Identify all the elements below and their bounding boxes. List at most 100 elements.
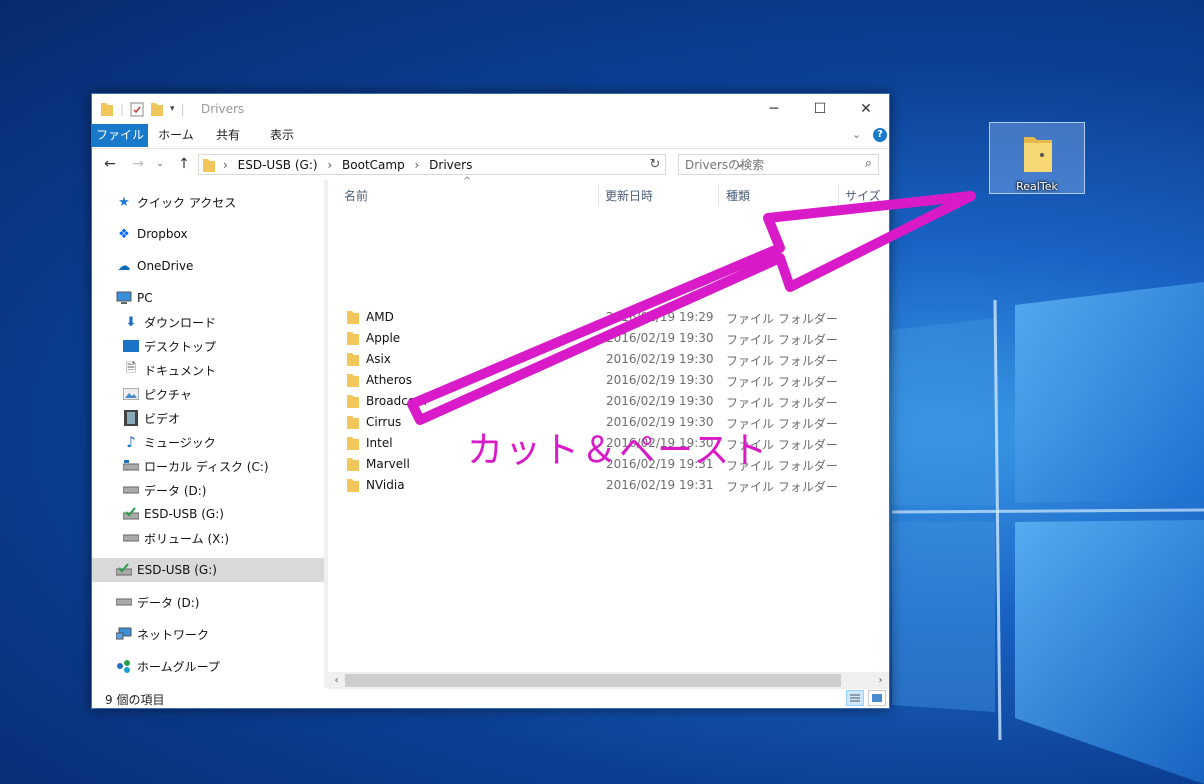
nav-item-data-d-root[interactable]: データ (D:) [92,590,324,614]
usb-drive-icon [123,506,139,522]
ribbon-tabs: ファイル ホーム 共有 表示 ⌄ ? [92,124,889,149]
column-header-size[interactable]: サイズ [845,180,881,210]
nav-item-downloads[interactable]: ⬇ ダウンロード [92,310,324,334]
tab-view[interactable]: 表示 [258,124,306,147]
scroll-right-icon[interactable]: › [872,672,889,689]
nav-item-data-d[interactable]: データ (D:) [92,478,324,502]
nav-item-music[interactable]: ♪ ミュージック [92,430,324,454]
up-button[interactable]: ↑ [174,154,194,174]
title-bar: | ▾ | Drivers ─ ☐ ✕ [92,94,889,124]
file-name: Asix [366,352,391,366]
scroll-left-icon[interactable]: ‹ [328,672,345,689]
file-type: ファイル フォルダー [726,333,838,347]
refresh-button[interactable]: ↻ [645,154,666,175]
address-row: ← → ⌄ ↑ › ESD-USB (G:) › BootCamp › Driv… [92,149,889,179]
table-row[interactable]: Asix 2016/02/19 19:30 ファイル フォルダー [340,349,880,370]
horizontal-scrollbar[interactable]: ‹ › [328,672,889,689]
expand-ribbon-icon[interactable]: ⌄ [852,128,861,141]
folder-icon [1024,137,1052,172]
nav-item-label: OneDrive [137,259,194,273]
file-date: 2016/02/19 19:30 [606,331,714,345]
nav-item-network[interactable]: ネットワーク [92,622,324,646]
properties-icon[interactable] [130,101,144,117]
nav-item-pictures[interactable]: ピクチャ [92,382,324,406]
document-icon: 🗎 [125,361,137,376]
scrollbar-thumb[interactable] [345,674,841,687]
file-date: 2016/02/19 19:30 [606,352,714,366]
recent-locations-icon[interactable]: ⌄ [150,154,170,174]
nav-item-homegroup[interactable]: ホームグループ [92,654,324,678]
nav-item-volume-x[interactable]: ボリューム (X:) [92,526,324,550]
nav-item-local-disk-c[interactable]: ローカル ディスク (C:) [92,454,324,478]
nav-item-label: データ (D:) [144,483,207,498]
column-header-type[interactable]: 種類 [726,180,750,210]
nav-item-quick-access[interactable]: ★ クイック アクセス [92,190,324,214]
table-row[interactable]: AMD 2016/02/19 19:29 ファイル フォルダー [340,307,880,328]
desktop-icon [123,338,139,354]
drive-icon [116,594,132,610]
maximize-button[interactable]: ☐ [797,94,843,124]
file-name: AMD [366,310,394,324]
tab-home[interactable]: ホーム [152,124,200,147]
drive-icon [123,458,139,474]
nav-item-label: ドキュメント [144,363,217,378]
nav-item-desktop[interactable]: デスクトップ [92,334,324,358]
search-input[interactable] [679,155,855,174]
nav-item-dropbox[interactable]: ❖ Dropbox [92,222,324,246]
breadcrumb-item[interactable]: ESD-USB (G:) [238,158,318,172]
breadcrumb-item[interactable]: Drivers [429,158,472,172]
folder-icon [347,437,359,450]
nav-item-pc[interactable]: PC [92,286,324,310]
nav-item-esd-usb-g[interactable]: ESD-USB (G:) [92,502,324,526]
nav-item-label: クイック アクセス [137,195,237,210]
file-name: Broadcom [366,394,427,408]
file-name: Atheros [366,373,412,387]
customize-qat-icon[interactable]: ▾ [170,104,175,114]
folder-icon [203,159,215,172]
nav-item-onedrive[interactable]: ☁ OneDrive [92,254,324,278]
nav-item-esd-usb-g-root[interactable]: ESD-USB (G:) [92,558,324,582]
folder-icon [347,395,359,408]
file-name: Intel [366,436,393,450]
tab-share[interactable]: 共有 [204,124,252,147]
file-type: ファイル フォルダー [726,480,838,494]
drive-icon [123,482,139,498]
navigation-pane: ★ クイック アクセス ❖ Dropbox ☁ OneDrive PC ⬇ ダウンロード… [92,180,324,688]
folder-icon [347,311,359,324]
desktop-icon-realtek[interactable]: RealTek [989,122,1085,194]
folder-icon [347,374,359,387]
details-view-icon[interactable] [846,690,864,706]
star-icon: ★ [118,194,130,210]
table-row[interactable]: Broadcom 2016/02/19 19:30 ファイル フォルダー [340,391,880,412]
search-icon[interactable]: ⌕ [865,156,872,171]
nav-item-label: ホームグループ [137,659,220,674]
new-folder-icon[interactable] [150,101,164,117]
item-count: 9 個の項目 [105,693,165,707]
breadcrumb-item[interactable]: BootCamp [342,158,405,172]
address-bar[interactable]: › ESD-USB (G:) › BootCamp › Drivers ⌄ [198,154,744,175]
minimize-button[interactable]: ─ [751,94,797,124]
file-type: ファイル フォルダー [726,375,838,389]
table-row[interactable]: Atheros 2016/02/19 19:30 ファイル フォルダー [340,370,880,391]
nav-item-videos[interactable]: ビデオ [92,406,324,430]
file-name: Cirrus [366,415,402,429]
back-button[interactable]: ← [100,154,120,174]
large-icons-view-icon[interactable] [868,690,886,706]
table-row[interactable]: Apple 2016/02/19 19:30 ファイル フォルダー [340,328,880,349]
folder-icon [347,458,359,471]
column-header-name[interactable]: 名前 [344,180,368,210]
column-header-date[interactable]: 更新日時 [605,180,653,210]
close-button[interactable]: ✕ [843,94,889,124]
drive-icon [123,530,139,546]
homegroup-icon [116,658,132,674]
usb-drive-icon [116,562,132,578]
folder-icon [347,332,359,345]
file-date: 2016/02/19 19:31 [606,478,714,492]
file-name: NVidia [366,478,405,492]
forward-button[interactable]: → [128,154,148,174]
help-icon[interactable]: ? [873,128,887,142]
table-row[interactable]: NVidia 2016/02/19 19:31 ファイル フォルダー [340,475,880,496]
nav-item-label: ピクチャ [144,387,192,402]
tab-file[interactable]: ファイル [92,124,148,147]
nav-item-documents[interactable]: 🗎 ドキュメント [92,358,324,382]
